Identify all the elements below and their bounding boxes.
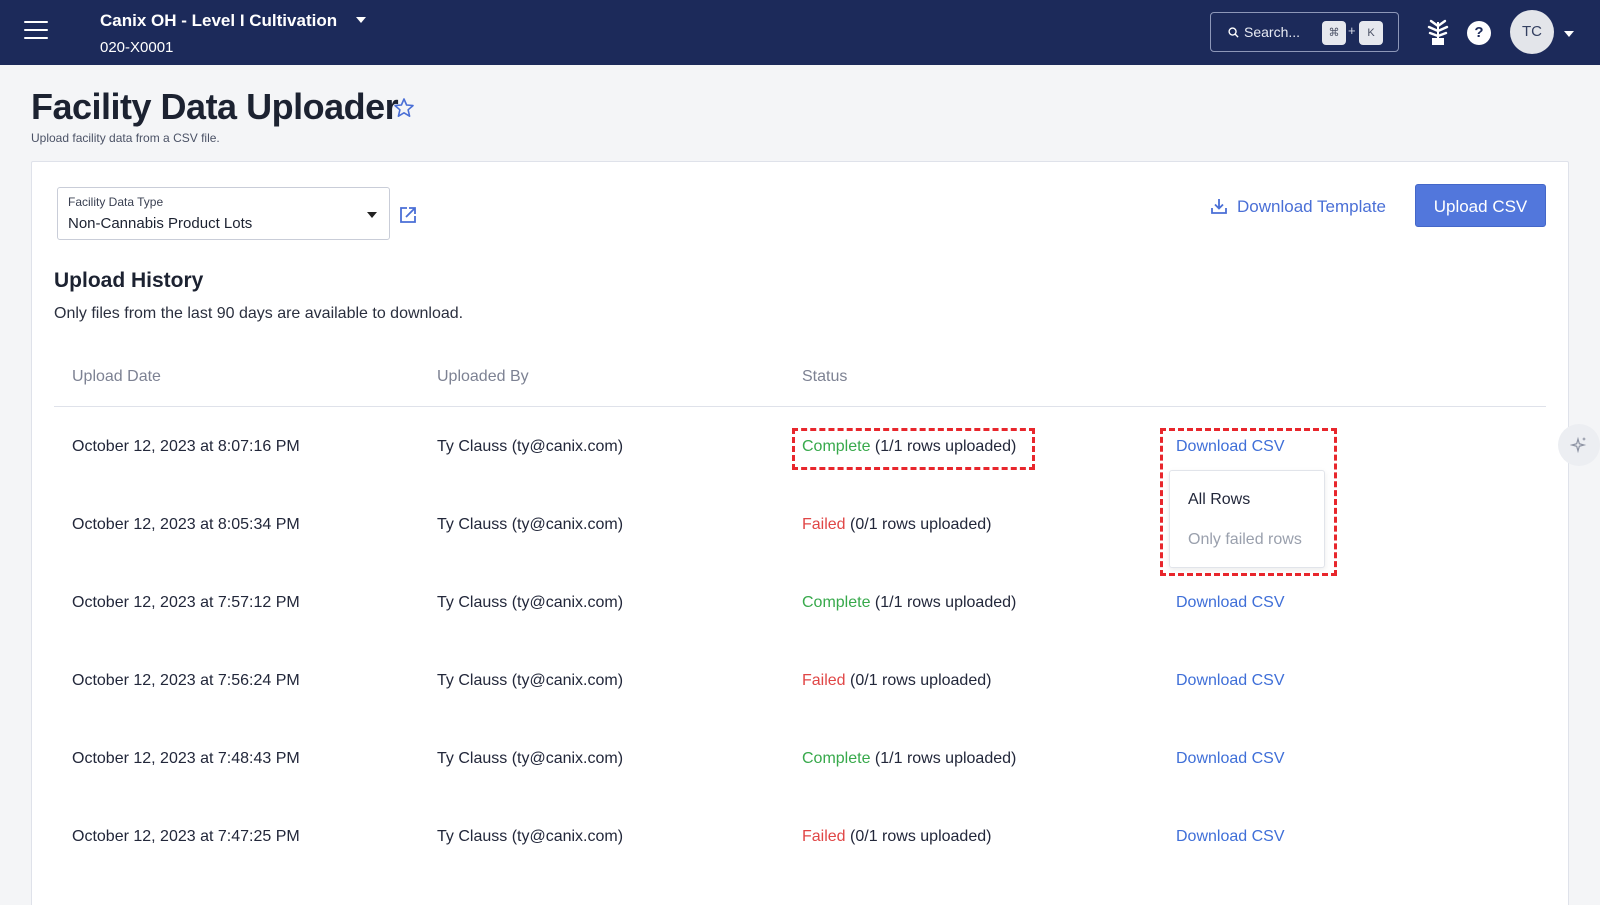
- status-detail: (0/1 rows uploaded): [845, 828, 992, 845]
- select-label: Facility Data Type: [68, 195, 164, 209]
- select-value: Non-Cannabis Product Lots: [68, 215, 253, 232]
- external-link-icon[interactable]: [398, 205, 418, 225]
- uploaded-by-cell: Ty Clauss (ty@canix.com): [437, 594, 624, 611]
- download-icon: [1211, 199, 1227, 214]
- status-label: Complete: [802, 750, 871, 767]
- search-placeholder: Search...: [1244, 24, 1301, 40]
- facility-data-type-select[interactable]: Facility Data Type Non-Cannabis Product …: [57, 187, 390, 240]
- search-icon: [1228, 27, 1239, 38]
- status-cell: Failed (0/1 rows uploaded): [802, 516, 991, 534]
- download-csv-link[interactable]: Download CSV: [1176, 438, 1285, 456]
- status-label: Failed: [802, 672, 846, 689]
- upload-date-cell: October 12, 2023 at 8:07:16 PM: [72, 438, 300, 455]
- uploaded-by-cell: Ty Clauss (ty@canix.com): [437, 828, 624, 845]
- status-cell: Complete (1/1 rows uploaded): [802, 594, 1016, 612]
- status-cell: Complete (1/1 rows uploaded): [802, 750, 1016, 768]
- shortcut-plus: +: [1348, 23, 1356, 38]
- status-label: Complete: [802, 594, 871, 611]
- page-title: Facility Data Uploader: [31, 86, 399, 127]
- k-key-badge: K: [1359, 21, 1383, 45]
- uploaded-by-cell: Ty Clauss (ty@canix.com): [437, 438, 624, 455]
- menu-icon[interactable]: [24, 21, 48, 39]
- upload-date-cell: October 12, 2023 at 8:05:34 PM: [72, 516, 300, 533]
- status-detail: (1/1 rows uploaded): [870, 594, 1017, 611]
- table-divider: [54, 406, 1546, 407]
- organization-name: Canix OH - Level I Cultivation: [100, 11, 338, 30]
- plant-icon[interactable]: [1425, 18, 1451, 46]
- search-input[interactable]: Search... ⌘ + K: [1210, 12, 1399, 52]
- download-csv-link[interactable]: Download CSV: [1176, 672, 1285, 690]
- uploaded-by-cell: Ty Clauss (ty@canix.com): [437, 516, 624, 533]
- download-csv-link[interactable]: Download CSV: [1176, 750, 1285, 768]
- status-detail: (0/1 rows uploaded): [845, 516, 992, 533]
- status-detail: (1/1 rows uploaded): [870, 438, 1017, 455]
- star-icon[interactable]: [393, 97, 415, 119]
- upload-history-title: Upload History: [54, 269, 204, 292]
- status-label: Failed: [802, 828, 846, 845]
- upload-history-note: Only files from the last 90 days are ava…: [54, 305, 464, 322]
- column-header-status: Status: [802, 368, 848, 385]
- status-detail: (1/1 rows uploaded): [870, 750, 1017, 767]
- table-row: October 12, 2023 at 7:56:24 PM Ty Clauss…: [32, 672, 1562, 752]
- menu-item-all-rows[interactable]: All Rows: [1188, 491, 1250, 509]
- avatar[interactable]: TC: [1510, 10, 1554, 54]
- download-csv-link[interactable]: Download CSV: [1176, 828, 1285, 846]
- ai-assistant-button[interactable]: [1558, 424, 1600, 466]
- download-options-menu: All Rows Only failed rows: [1169, 470, 1325, 568]
- status-detail: (0/1 rows uploaded): [845, 672, 992, 689]
- sparkle-icon: [1570, 436, 1587, 454]
- help-icon[interactable]: ?: [1467, 21, 1491, 45]
- chevron-down-icon[interactable]: [355, 16, 366, 23]
- chevron-down-icon[interactable]: [1564, 31, 1574, 37]
- command-key-badge: ⌘: [1322, 21, 1346, 45]
- page-subtitle: Upload facility data from a CSV file.: [31, 131, 220, 145]
- upload-date-cell: October 12, 2023 at 7:48:43 PM: [72, 750, 300, 767]
- uploader-card: Facility Data Type Non-Cannabis Product …: [31, 161, 1569, 905]
- organization-code: 020-X0001: [100, 39, 174, 56]
- column-header-uploaded-by: Uploaded By: [437, 368, 529, 385]
- status-label: Complete: [802, 438, 871, 455]
- table-row: October 12, 2023 at 7:57:12 PM Ty Clauss…: [32, 594, 1562, 674]
- status-label: Failed: [802, 516, 846, 533]
- upload-date-cell: October 12, 2023 at 7:47:25 PM: [72, 828, 300, 845]
- top-navigation-bar: Canix OH - Level I Cultivation 020-X0001…: [0, 0, 1600, 65]
- organization-switcher[interactable]: Canix OH - Level I Cultivation 020-X0001: [100, 11, 366, 56]
- table-row: October 12, 2023 at 7:47:25 PM Ty Clauss…: [32, 828, 1562, 905]
- upload-csv-button[interactable]: Upload CSV: [1415, 184, 1546, 227]
- table-row: October 12, 2023 at 8:07:16 PM Ty Clauss…: [32, 438, 1562, 518]
- column-header-upload-date: Upload Date: [72, 368, 161, 385]
- upload-date-cell: October 12, 2023 at 7:57:12 PM: [72, 594, 300, 611]
- table-row: October 12, 2023 at 7:48:43 PM Ty Clauss…: [32, 750, 1562, 830]
- caret-down-icon: [367, 212, 377, 218]
- download-csv-link[interactable]: Download CSV: [1176, 594, 1285, 612]
- upload-date-cell: October 12, 2023 at 7:56:24 PM: [72, 672, 300, 689]
- uploaded-by-cell: Ty Clauss (ty@canix.com): [437, 672, 624, 689]
- status-cell: Complete (1/1 rows uploaded): [802, 438, 1016, 456]
- download-template-label: Download Template: [1237, 197, 1386, 216]
- status-cell: Failed (0/1 rows uploaded): [802, 828, 991, 846]
- uploaded-by-cell: Ty Clauss (ty@canix.com): [437, 750, 624, 767]
- table-row: October 12, 2023 at 8:05:34 PM Ty Clauss…: [32, 516, 1562, 596]
- menu-item-only-failed-rows[interactable]: Only failed rows: [1188, 531, 1302, 549]
- status-cell: Failed (0/1 rows uploaded): [802, 672, 991, 690]
